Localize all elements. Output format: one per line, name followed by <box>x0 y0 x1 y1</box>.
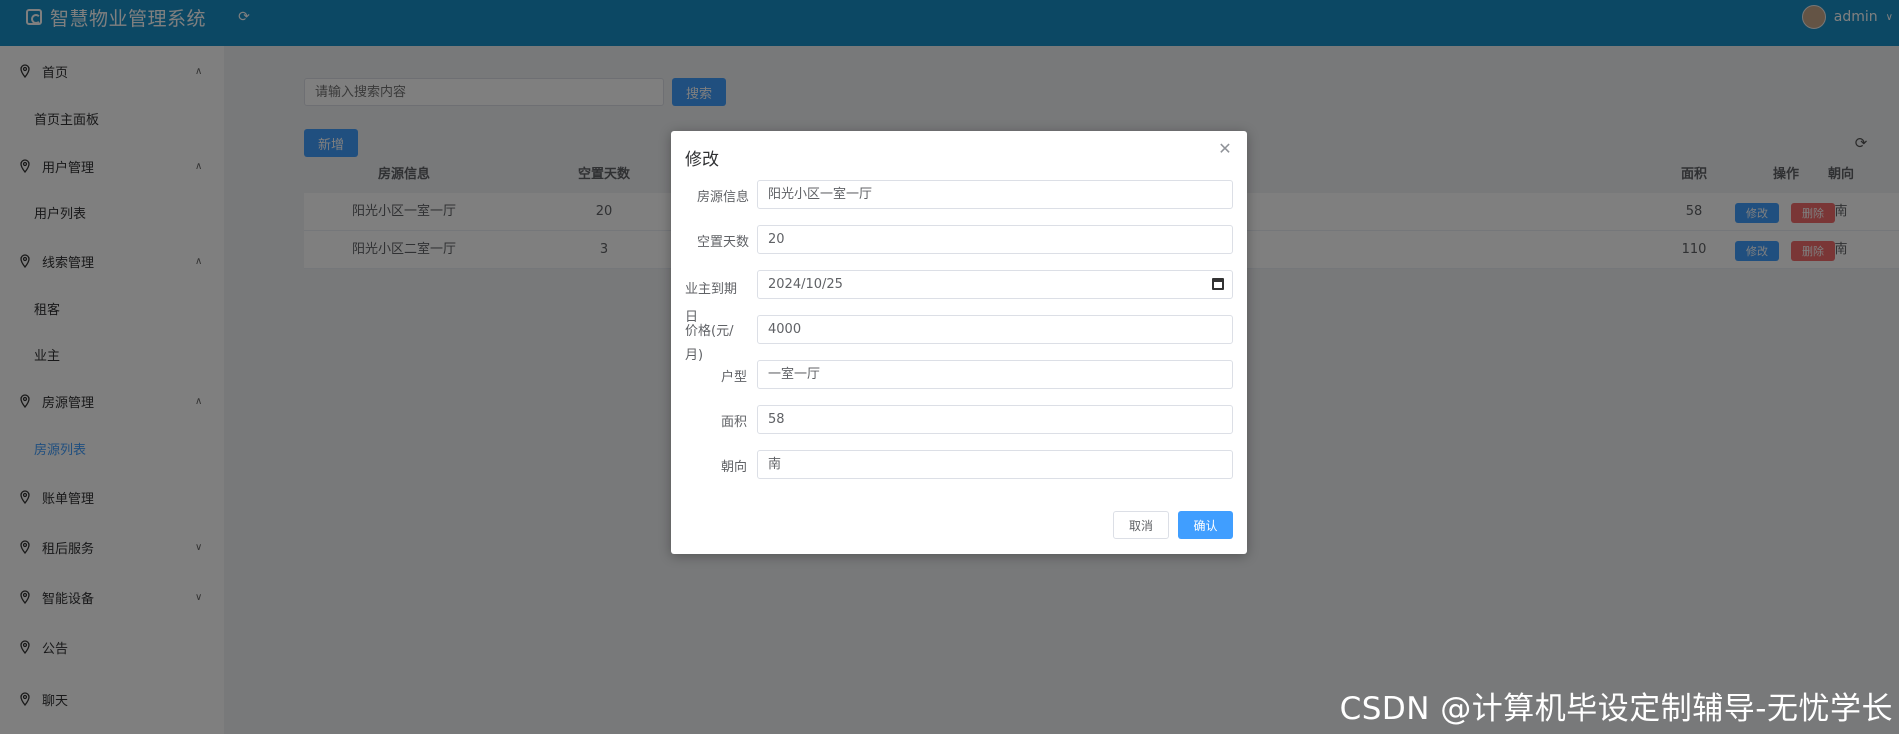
field-label-layout: 户型 <box>721 370 748 385</box>
close-icon[interactable]: ✕ <box>1217 141 1233 157</box>
field-label-area: 面积 <box>721 415 748 430</box>
vacant-days-field[interactable]: 20 <box>757 225 1233 254</box>
calendar-icon[interactable] <box>1212 278 1224 290</box>
confirm-button[interactable]: 确认 <box>1178 511 1233 539</box>
field-label-info: 房源信息 <box>697 190 750 205</box>
owner-expiry-date-field[interactable]: 2024/10/25 <box>757 270 1233 299</box>
layout-field[interactable]: 一室一厅 <box>757 360 1233 389</box>
area-field[interactable]: 58 <box>757 405 1233 434</box>
date-value: 2024/10/25 <box>768 277 843 292</box>
watermark: CSDN @计算机毕设定制辅导-无忧学长 <box>1339 691 1893 727</box>
edit-dialog: 修改 ✕ 房源信息 阳光小区一室一厅 空置天数 20 业主到期日 2024/10… <box>671 131 1247 554</box>
orientation-field[interactable]: 南 <box>757 450 1233 479</box>
dialog-title: 修改 <box>685 150 719 170</box>
cancel-button[interactable]: 取消 <box>1113 511 1169 539</box>
price-field[interactable]: 4000 <box>757 315 1233 344</box>
field-label-price: 价格(元/月) <box>685 324 734 363</box>
field-label-vacant-days: 空置天数 <box>697 235 750 250</box>
field-label-orientation: 朝向 <box>721 460 748 475</box>
info-field[interactable]: 阳光小区一室一厅 <box>757 180 1233 209</box>
